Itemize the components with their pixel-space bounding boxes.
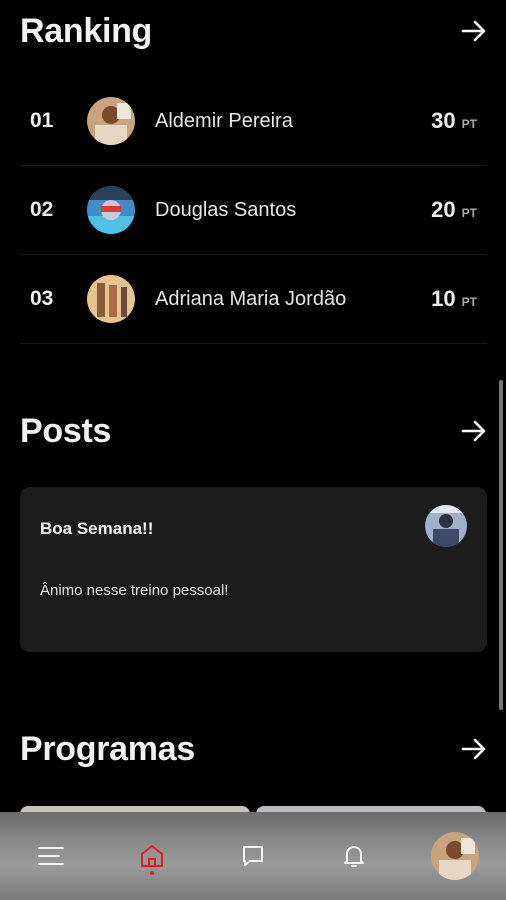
points-unit: PT	[461, 206, 477, 220]
points-unit: PT	[461, 117, 477, 131]
chat-icon[interactable]	[228, 831, 278, 881]
avatar	[87, 186, 135, 234]
rank-name: Adriana Maria Jordão	[155, 287, 347, 310]
points-value: 10	[431, 286, 456, 311]
programs-header: Programas	[20, 726, 488, 772]
profile-avatar[interactable]	[430, 831, 480, 881]
rank-points: 30 PT	[431, 108, 487, 134]
points-value: 30	[431, 108, 456, 133]
rank-name: Douglas Santos	[155, 198, 297, 221]
active-indicator	[149, 871, 154, 875]
post-title: Boa Semana!!	[40, 519, 154, 538]
posts-header: Posts	[20, 408, 488, 454]
menu-icon[interactable]	[26, 831, 76, 881]
arrow-right-icon[interactable]	[460, 17, 488, 45]
points-value: 20	[431, 197, 456, 222]
post-body: Ânimo nesse treino pessoal!	[40, 582, 229, 599]
ranking-row[interactable]: 01 Aldemir Pereira 30 PT	[20, 77, 487, 166]
rank-position: 01	[30, 109, 54, 132]
rank-position: 03	[30, 287, 54, 310]
ranking-row[interactable]: 02 Douglas Santos 20 PT	[20, 166, 487, 255]
avatar	[87, 97, 135, 145]
ranking-header: Ranking	[20, 8, 488, 54]
rank-points: 20 PT	[431, 197, 487, 223]
ranking-title: Ranking	[20, 11, 153, 50]
arrow-right-icon[interactable]	[460, 417, 488, 445]
rank-points: 10 PT	[431, 286, 487, 312]
post-card[interactable]: Boa Semana!! Ânimo nesse treino pessoal!	[20, 487, 487, 652]
points-unit: PT	[461, 295, 477, 309]
arrow-right-icon[interactable]	[460, 735, 488, 763]
rank-position: 02	[30, 198, 54, 221]
avatar[interactable]	[425, 505, 467, 547]
programs-title: Programas	[20, 729, 195, 768]
avatar	[431, 832, 480, 880]
bottom-nav	[0, 812, 506, 900]
ranking-row[interactable]: 03 Adriana Maria Jordão 10 PT	[20, 255, 487, 344]
scrollbar[interactable]	[499, 380, 503, 710]
bell-icon[interactable]	[329, 831, 379, 881]
posts-title: Posts	[20, 411, 112, 450]
rank-name: Aldemir Pereira	[155, 109, 293, 132]
home-icon[interactable]	[127, 831, 177, 881]
avatar	[87, 275, 135, 323]
